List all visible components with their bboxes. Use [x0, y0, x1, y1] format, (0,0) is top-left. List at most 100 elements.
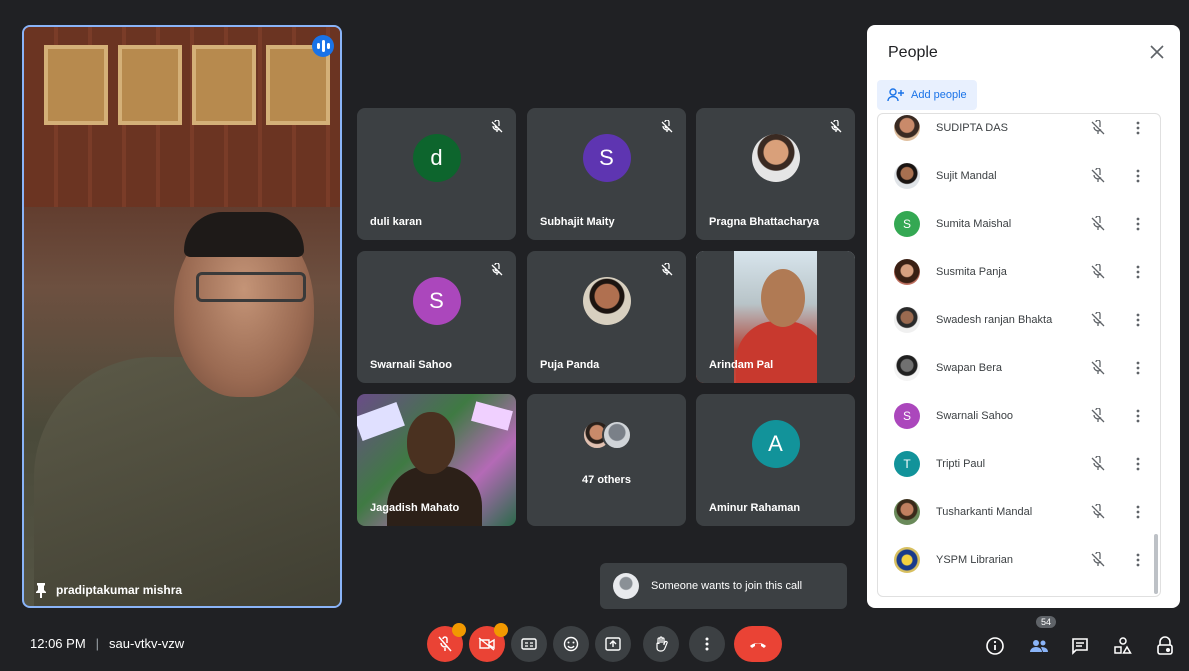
participant-name: Swapan Bera	[936, 362, 1003, 374]
participant-video-tile[interactable]: Jagadish Mahato	[357, 394, 516, 526]
camera-toggle-button[interactable]	[469, 623, 508, 662]
more-vert-icon[interactable]	[1136, 457, 1140, 471]
more-vert-icon[interactable]	[1136, 409, 1140, 423]
participant-tile[interactable]: Puja Panda	[527, 251, 686, 383]
people-icon[interactable]	[1029, 636, 1049, 656]
participant-tile[interactable]: S Swarnali Sahoo	[357, 251, 516, 383]
list-item[interactable]: S Swarnali Sahoo	[878, 392, 1160, 440]
people-panel: People Add people SUDIPTA DAS Sujit Mand…	[867, 25, 1180, 608]
mic-off-icon	[1091, 216, 1105, 231]
participant-tile[interactable]: A Aminur Rahaman	[696, 394, 855, 526]
avatar	[894, 115, 920, 141]
participant-tile[interactable]: Pragna Bhattacharya	[696, 108, 855, 240]
more-options-button[interactable]	[689, 626, 725, 662]
list-item[interactable]: Sujit Mandal	[878, 152, 1160, 200]
mic-off-icon	[1091, 312, 1105, 327]
present-screen-icon	[605, 637, 621, 651]
join-request-toast[interactable]: Someone wants to join this call	[600, 563, 847, 609]
background-light	[357, 402, 405, 441]
hang-up-icon	[750, 643, 766, 648]
mic-toggle-button[interactable]	[427, 623, 466, 662]
speaking-indicator-icon	[312, 35, 334, 57]
list-item[interactable]: Tusharkanti Mandal	[878, 488, 1160, 536]
more-vert-icon[interactable]	[1136, 361, 1140, 375]
list-item[interactable]: YSPM Librarian	[878, 536, 1160, 584]
participant-name: Tripti Paul	[936, 458, 986, 470]
participant-body	[736, 321, 826, 383]
list-item[interactable]: Swapan Bera	[878, 344, 1160, 392]
join-request-text: Someone wants to join this call	[651, 580, 803, 592]
others-tile[interactable]: 47 others	[527, 394, 686, 526]
speaker-name: pradiptakumar mishra	[56, 583, 183, 597]
more-vert-icon[interactable]	[1136, 553, 1140, 567]
participant-name: Jagadish Mahato	[370, 502, 460, 514]
more-vert-icon[interactable]	[1136, 313, 1140, 327]
close-icon[interactable]	[1148, 43, 1166, 61]
participant-name: Aminur Rahaman	[709, 502, 801, 514]
present-button[interactable]	[595, 626, 631, 662]
pin-icon[interactable]	[34, 582, 48, 598]
captions-button[interactable]	[511, 626, 547, 662]
list-item[interactable]: Susmita Panja	[878, 248, 1160, 296]
host-controls-icon[interactable]	[1155, 636, 1175, 656]
participant-tile[interactable]: S Subhajit Maity	[527, 108, 686, 240]
participant-video-tile[interactable]: Arindam Pal	[696, 251, 855, 383]
list-item[interactable]: Swadesh ranjan Bhakta	[878, 296, 1160, 344]
speaker-body	[34, 357, 340, 606]
info-icon[interactable]	[985, 636, 1005, 656]
more-vert-icon[interactable]	[1136, 265, 1140, 279]
more-vert-icon[interactable]	[1136, 505, 1140, 519]
more-vert-icon[interactable]	[1136, 217, 1140, 231]
others-avatars	[581, 420, 632, 452]
warning-badge	[452, 623, 466, 637]
video-letterbox	[817, 251, 855, 383]
avatar	[613, 573, 639, 599]
avatar: S	[894, 403, 920, 429]
avatar	[894, 499, 920, 525]
avatar-photo	[751, 134, 800, 183]
panel-title: People	[888, 44, 938, 61]
participant-tile[interactable]: d duli karan	[357, 108, 516, 240]
participant-body	[387, 466, 482, 526]
mic-off-icon	[1091, 120, 1105, 135]
mic-off-icon	[661, 263, 673, 276]
scrollbar[interactable]	[1154, 534, 1158, 594]
mic-off-icon	[1091, 168, 1105, 183]
participant-name: duli karan	[370, 216, 422, 228]
pinned-speaker-video[interactable]: pradiptakumar mishra	[22, 25, 342, 608]
meeting-info: 12:06 PM | sau-vtkv-vzw	[30, 636, 184, 651]
more-vert-icon[interactable]	[1136, 121, 1140, 135]
more-vert-icon[interactable]	[1136, 169, 1140, 183]
bottom-toolbar: 12:06 PM | sau-vtkv-vzw 54	[0, 614, 1189, 671]
leave-call-button[interactable]	[734, 626, 782, 662]
chat-icon[interactable]	[1070, 636, 1090, 656]
avatar: S	[412, 277, 461, 326]
list-item[interactable]: T Tripti Paul	[878, 440, 1160, 488]
reactions-button[interactable]	[553, 626, 589, 662]
mic-off-icon	[830, 120, 842, 133]
speaker-hair	[184, 212, 304, 257]
emoji-icon	[563, 636, 579, 652]
avatar: S	[582, 134, 631, 183]
list-item[interactable]: S Sumita Maishal	[878, 200, 1160, 248]
participant-face	[407, 412, 455, 474]
avatar: d	[412, 134, 461, 183]
mic-off-icon	[1091, 360, 1105, 375]
speaker-glasses	[196, 272, 306, 302]
participant-name: YSPM Librarian	[936, 554, 1014, 566]
avatar	[894, 163, 920, 189]
avatar-photo	[582, 277, 631, 326]
participant-name: Swadesh ranjan Bhakta	[936, 314, 1053, 326]
wall-frames	[44, 45, 330, 125]
participant-name: Susmita Panja	[936, 266, 1007, 278]
mic-off-icon	[1091, 456, 1105, 471]
list-item[interactable]: SUDIPTA DAS	[878, 114, 1160, 152]
add-people-button[interactable]: Add people	[877, 80, 977, 110]
mic-off-icon	[1091, 408, 1105, 423]
activities-icon[interactable]	[1113, 636, 1133, 656]
speaker-name-label: pradiptakumar mishra	[34, 582, 182, 598]
raise-hand-button[interactable]	[643, 626, 679, 662]
participant-name: Swarnali Sahoo	[936, 410, 1014, 422]
participant-list[interactable]: SUDIPTA DAS Sujit Mandal S Sumita Maisha…	[877, 113, 1161, 597]
participant-name: Sujit Mandal	[936, 170, 997, 182]
